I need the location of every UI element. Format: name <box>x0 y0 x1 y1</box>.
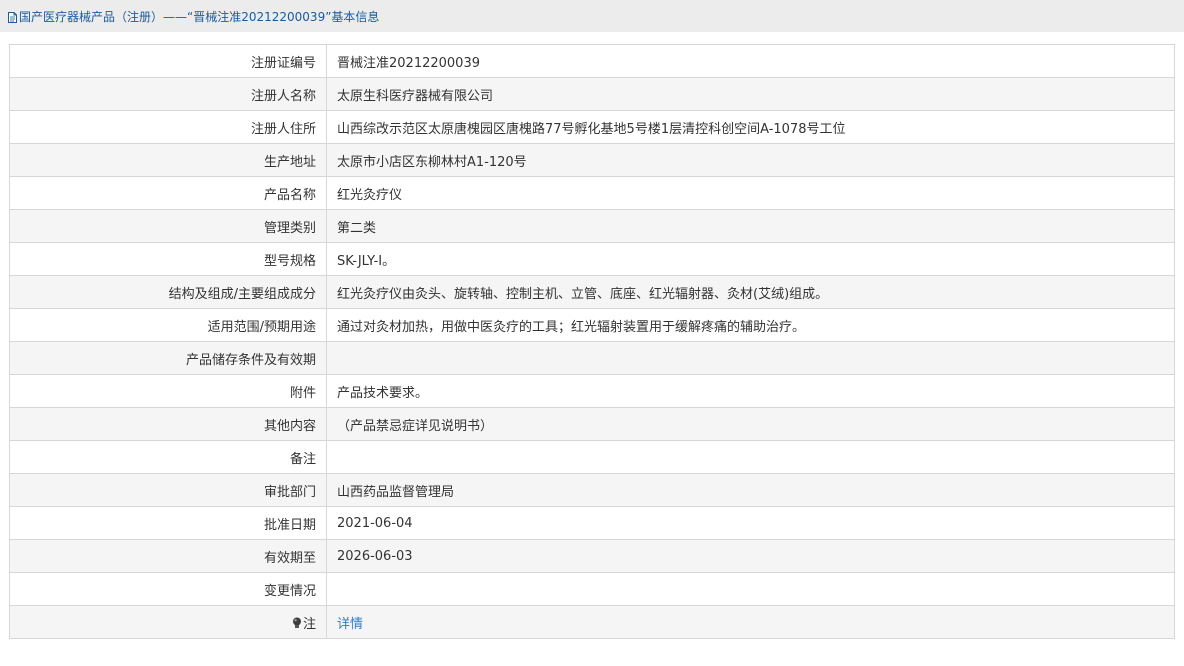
field-label: 附件 <box>9 374 327 408</box>
field-value: 太原市小店区东柳林村A1-120号 <box>326 143 1175 177</box>
table-row: 产品储存条件及有效期 <box>9 341 1175 375</box>
field-value: 太原生科医疗器械有限公司 <box>326 77 1175 111</box>
field-label: 生产地址 <box>9 143 327 177</box>
table-row: 其他内容 （产品禁忌症详见说明书） <box>9 407 1175 441</box>
table-row: 注册人名称 太原生科医疗器械有限公司 <box>9 77 1175 111</box>
field-label: 备注 <box>9 440 327 474</box>
table-row: 有效期至 2026-06-03 <box>9 539 1175 573</box>
table-row: 管理类别 第二类 <box>9 209 1175 243</box>
field-value: SK-JLY-I。 <box>326 242 1175 276</box>
field-label: 变更情况 <box>9 572 327 606</box>
details-link[interactable]: 详情 <box>337 617 363 632</box>
table-row: 批准日期 2021-06-04 <box>9 506 1175 540</box>
lightbulb-icon <box>292 617 302 629</box>
field-label: 批准日期 <box>9 506 327 540</box>
field-label: 审批部门 <box>9 473 327 507</box>
field-label: 有效期至 <box>9 539 327 573</box>
field-value: 通过对灸材加热，用做中医灸疗的工具；红光辐射装置用于缓解疼痛的辅助治疗。 <box>326 308 1175 342</box>
table-row: 产品名称 红光灸疗仪 <box>9 176 1175 210</box>
table-row: 变更情况 <box>9 572 1175 606</box>
table-row: 审批部门 山西药品监督管理局 <box>9 473 1175 507</box>
field-label: 管理类别 <box>9 209 327 243</box>
field-value: 红光灸疗仪 <box>326 176 1175 210</box>
product-detail-table: 注册证编号 晋械注准20212200039 注册人名称 太原生科医疗器械有限公司 注册人… <box>9 44 1175 639</box>
field-label: 适用范围/预期用途 <box>9 308 327 342</box>
breadcrumb-text: 国产医疗器械产品（注册）——“晋械注准20212200039”基本信息 <box>19 9 380 24</box>
field-label: 其他内容 <box>9 407 327 441</box>
field-value: 2021-06-04 <box>326 506 1175 540</box>
field-label: 注册人住所 <box>9 110 327 144</box>
field-value <box>326 341 1175 375</box>
breadcrumb: 国产医疗器械产品（注册）——“晋械注准20212200039”基本信息 <box>0 0 1184 32</box>
table-row: 生产地址 太原市小店区东柳林村A1-120号 <box>9 143 1175 177</box>
field-value: 山西综改示范区太原唐槐园区唐槐路77号孵化基地5号楼1层清控科创空间A-1078… <box>326 110 1175 144</box>
note-row: 注 详情 <box>9 605 1175 639</box>
field-value: 2026-06-03 <box>326 539 1175 573</box>
field-label: 型号规格 <box>9 242 327 276</box>
note-value-cell: 详情 <box>326 605 1175 639</box>
table-row: 备注 <box>9 440 1175 474</box>
field-value: 第二类 <box>326 209 1175 243</box>
field-label: 产品名称 <box>9 176 327 210</box>
table-row: 注册证编号 晋械注准20212200039 <box>9 44 1175 78</box>
field-label: 注册证编号 <box>9 44 327 78</box>
table-row: 结构及组成/主要组成成分 红光灸疗仪由灸头、旋转轴、控制主机、立管、底座、红光辐射… <box>9 275 1175 309</box>
table-row: 型号规格 SK-JLY-I。 <box>9 242 1175 276</box>
table-row: 附件 产品技术要求。 <box>9 374 1175 408</box>
field-value: 晋械注准20212200039 <box>326 44 1175 78</box>
note-label: 注 <box>302 616 316 632</box>
field-label: 结构及组成/主要组成成分 <box>9 275 327 309</box>
note-label-cell: 注 <box>9 605 327 639</box>
field-label: 产品储存条件及有效期 <box>9 341 327 375</box>
field-value: （产品禁忌症详见说明书） <box>326 407 1175 441</box>
field-value: 产品技术要求。 <box>326 374 1175 408</box>
document-icon <box>8 11 17 23</box>
field-value <box>326 440 1175 474</box>
field-value: 山西药品监督管理局 <box>326 473 1175 507</box>
field-value: 红光灸疗仪由灸头、旋转轴、控制主机、立管、底座、红光辐射器、灸材(艾绒)组成。 <box>326 275 1175 309</box>
table-row: 注册人住所 山西综改示范区太原唐槐园区唐槐路77号孵化基地5号楼1层清控科创空间A… <box>9 110 1175 144</box>
field-label: 注册人名称 <box>9 77 327 111</box>
table-row: 适用范围/预期用途 通过对灸材加热，用做中医灸疗的工具；红光辐射装置用于缓解疼痛的… <box>9 308 1175 342</box>
field-value <box>326 572 1175 606</box>
